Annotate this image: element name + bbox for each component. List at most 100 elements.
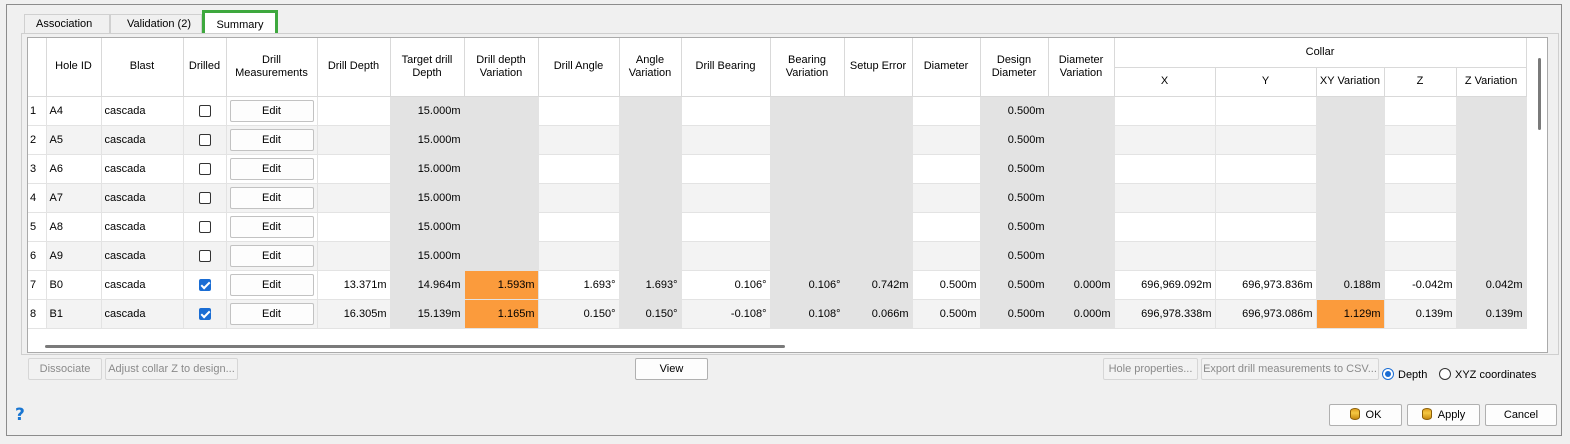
cell-diameter[interactable] [912,154,981,184]
cell-target-drill-depth[interactable]: 15.000m [390,241,465,271]
cell-diameter-variation[interactable] [1048,241,1115,271]
header-drill-angle[interactable]: Drill Angle [538,38,620,97]
edit-drill-measurements-button[interactable]: Edit [229,128,314,151]
cell-setup-error[interactable]: 0.742m [844,270,913,300]
cell-hole-id[interactable]: A7 [46,183,102,213]
cell-bearing-variation[interactable] [770,154,845,184]
cell-diameter[interactable] [912,212,981,242]
row-number[interactable]: 7 [28,270,47,300]
cell-bearing-variation[interactable]: 0.108° [770,299,845,329]
table-row[interactable]: 7 B0 cascada Edit 13.371m 14.964m 1.593m 1.693°… [28,270,1527,300]
cell-collar-z[interactable] [1384,125,1457,155]
edit-drill-measurements-button[interactable]: Edit [229,215,314,238]
cell-hole-id[interactable]: A6 [46,154,102,184]
cell-collar-z-variation[interactable] [1456,154,1527,184]
cell-angle-variation[interactable] [619,241,682,271]
header-drill-depth-variation[interactable]: Drill depth Variation [464,38,539,97]
tab-association[interactable]: Association [24,14,110,34]
cell-hole-id[interactable]: B1 [46,299,102,329]
cell-design-diameter[interactable]: 0.500m [980,270,1049,300]
cell-collar-y[interactable] [1215,154,1317,184]
cell-collar-z[interactable] [1384,212,1457,242]
cell-collar-x[interactable] [1114,125,1216,155]
row-number[interactable]: 4 [28,183,47,213]
cell-hole-id[interactable]: B0 [46,270,102,300]
cell-collar-y[interactable] [1215,125,1317,155]
table-row[interactable]: 1 A4 cascada Edit 15.000m 0.500m [28,96,1527,126]
edit-drill-measurements-button[interactable]: Edit [229,244,314,267]
cell-drill-depth[interactable] [317,212,391,242]
cell-bearing-variation[interactable] [770,96,845,126]
cell-collar-z-variation[interactable] [1456,125,1527,155]
cell-bearing-variation[interactable] [770,125,845,155]
cell-diameter-variation[interactable] [1048,183,1115,213]
edit-drill-measurements-button[interactable]: Edit [229,157,314,180]
cell-drill-depth[interactable]: 13.371m [317,270,391,300]
cell-drill-bearing[interactable]: 0.106° [681,270,771,300]
header-setup-error[interactable]: Setup Error [844,38,913,97]
cell-collar-x[interactable] [1114,154,1216,184]
table-row[interactable]: 2 A5 cascada Edit 15.000m 0.500m [28,125,1527,155]
cell-collar-z[interactable]: 0.139m [1384,299,1457,329]
cell-collar-z-variation[interactable]: 0.042m [1456,270,1527,300]
cell-collar-z-variation[interactable] [1456,96,1527,126]
cell-collar-y[interactable] [1215,96,1317,126]
adjust-collar-z-button[interactable]: Adjust collar Z to design... [105,358,238,380]
row-number[interactable]: 2 [28,125,47,155]
cancel-button[interactable]: Cancel [1485,404,1557,426]
cell-collar-xy-variation[interactable] [1316,154,1385,184]
cell-blast[interactable]: cascada [101,299,184,329]
header-collar-y[interactable]: Y [1215,67,1317,97]
cell-collar-y[interactable]: 696,973.086m [1215,299,1317,329]
cell-design-diameter[interactable]: 0.500m [980,299,1049,329]
header-drill-bearing[interactable]: Drill Bearing [681,38,771,97]
cell-drill-angle[interactable] [538,125,620,155]
table-row[interactable]: 6 A9 cascada Edit 15.000m 0.500m [28,241,1527,271]
row-number[interactable]: 3 [28,154,47,184]
cell-setup-error[interactable] [844,125,913,155]
cell-drill-depth[interactable] [317,96,391,126]
cell-drill-angle[interactable]: 0.150° [538,299,620,329]
cell-collar-z-variation[interactable] [1456,183,1527,213]
cell-design-diameter[interactable]: 0.500m [980,154,1049,184]
cell-target-drill-depth[interactable]: 14.964m [390,270,465,300]
cell-hole-id[interactable]: A4 [46,96,102,126]
help-icon[interactable]: ? [15,405,25,425]
cell-drill-angle[interactable] [538,96,620,126]
cell-drill-depth-variation[interactable]: 1.165m [464,299,539,329]
table-row[interactable]: 4 A7 cascada Edit 15.000m 0.500m [28,183,1527,213]
cell-design-diameter[interactable]: 0.500m [980,183,1049,213]
dissociate-button[interactable]: Dissociate [28,358,102,380]
cell-collar-x[interactable] [1114,241,1216,271]
drilled-checkbox[interactable] [198,278,211,291]
cell-drill-bearing[interactable] [681,154,771,184]
cell-collar-z-variation[interactable] [1456,212,1527,242]
cell-collar-z-variation[interactable]: 0.139m [1456,299,1527,329]
cell-drill-depth[interactable] [317,241,391,271]
ok-button[interactable]: OK [1329,404,1402,426]
cell-angle-variation[interactable] [619,183,682,213]
cell-drilled[interactable] [183,299,227,329]
cell-drill-angle[interactable] [538,212,620,242]
cell-collar-z[interactable] [1384,241,1457,271]
cell-blast[interactable]: cascada [101,270,184,300]
header-diameter[interactable]: Diameter [912,38,981,97]
cell-collar-z-variation[interactable] [1456,241,1527,271]
cell-collar-x[interactable] [1114,96,1216,126]
cell-angle-variation[interactable] [619,125,682,155]
cell-blast[interactable]: cascada [101,212,184,242]
row-number[interactable]: 1 [28,96,47,126]
cell-collar-xy-variation[interactable] [1316,183,1385,213]
header-angle-variation[interactable]: Angle Variation [619,38,682,97]
cell-collar-z[interactable] [1384,183,1457,213]
header-drilled[interactable]: Drilled [183,38,227,97]
cell-drill-depth-variation[interactable] [464,212,539,242]
cell-collar-z[interactable] [1384,154,1457,184]
cell-diameter-variation[interactable] [1048,96,1115,126]
cell-bearing-variation[interactable] [770,241,845,271]
header-drill-depth[interactable]: Drill Depth [317,38,391,97]
cell-collar-x[interactable] [1114,183,1216,213]
header-bearing-variation[interactable]: Bearing Variation [770,38,845,97]
cell-blast[interactable]: cascada [101,96,184,126]
row-number[interactable]: 8 [28,299,47,329]
